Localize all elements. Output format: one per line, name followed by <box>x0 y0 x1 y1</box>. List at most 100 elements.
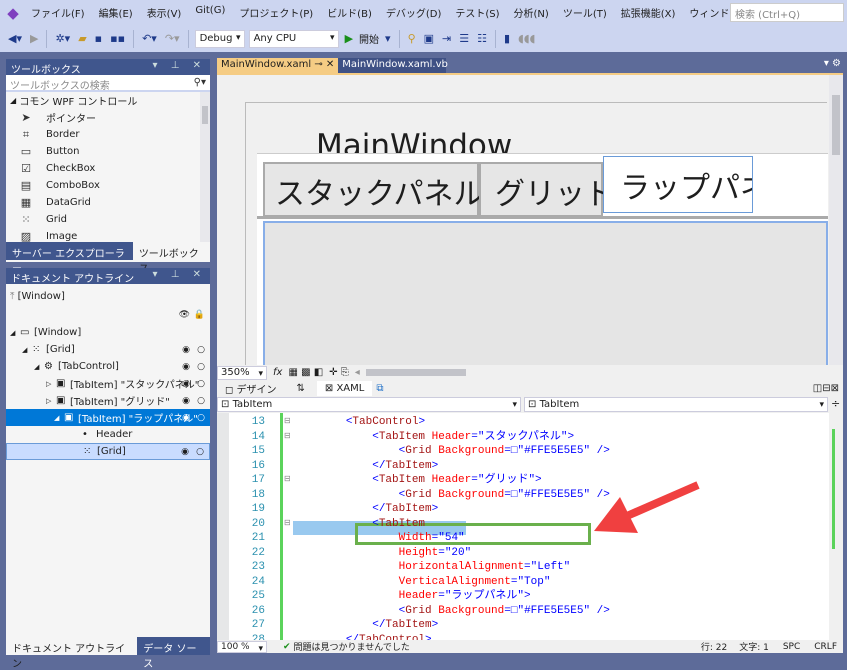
grid-toggle-icon[interactable]: ▦ ▩ ◧ <box>288 367 323 378</box>
tab-data-sources[interactable]: データ ソース <box>137 637 210 670</box>
design-vertical-scrollbar[interactable] <box>829 75 843 367</box>
toolbox-item[interactable]: ▨ Image <box>6 228 210 242</box>
code-line[interactable]: 13 ⊟ <TabControl> <box>217 415 827 430</box>
design-zoom-dropdown[interactable]: 350% <box>217 365 267 380</box>
pin-icon[interactable]: ⊸ <box>314 59 322 70</box>
toolbox-group[interactable]: ◢ コモン WPF コントロール <box>6 92 210 109</box>
fold-icon[interactable]: ⊟ <box>284 473 291 488</box>
toolbox-item[interactable]: ▦ DataGrid <box>6 194 210 211</box>
menu-item[interactable]: ツール(T) <box>558 5 616 20</box>
tab-control[interactable]: スタックパネル グリッド ラップパネ <box>257 153 828 371</box>
tab-toolbox[interactable]: ツールボックス <box>132 242 210 275</box>
lock-toggle-icon[interactable]: ○ <box>197 362 205 372</box>
expander-icon[interactable]: ◢ <box>54 414 64 422</box>
lock-toggle-icon[interactable]: ○ <box>197 345 205 355</box>
code-line[interactable]: 17 ⊟ <TabItem Header="グリッド"> <box>217 473 827 488</box>
start-button[interactable]: 開始 <box>359 31 379 46</box>
code-line[interactable]: 19 </TabItem> <box>217 502 827 517</box>
lock-toggle-icon[interactable]: ○ <box>197 379 205 389</box>
expander-icon[interactable]: ◢ <box>34 363 44 371</box>
code-line[interactable]: 27 </TabItem> <box>217 618 827 633</box>
code-line[interactable]: 18 <Grid Background=□"#FFE5E5E5" /> <box>217 488 827 503</box>
outline-row[interactable]: ◢ ⁙ [Grid] ◉ ○ <box>6 341 210 358</box>
config-dropdown[interactable]: Debug <box>194 29 245 48</box>
code-editor[interactable]: 13 ⊟ <TabControl> 14 ⊟ <TabItem Header="スタッ… <box>217 413 843 640</box>
bookmark-prev-icon[interactable]: ◖◖◖ <box>516 32 537 45</box>
fold-icon[interactable]: ⊟ <box>284 415 291 430</box>
lock-icon[interactable]: 🔒 <box>194 310 205 320</box>
lock-toggle-icon[interactable]: ○ <box>197 413 205 423</box>
code-vertical-scrollbar[interactable] <box>829 413 843 640</box>
toolbox-scrollbar[interactable] <box>200 92 210 242</box>
open-icon[interactable]: ▰ <box>76 32 88 45</box>
tab-options-icon[interactable]: ▾ ⚙ <box>824 58 847 73</box>
toolbox-item[interactable]: ⌗ Border <box>6 126 210 143</box>
code-line[interactable]: 14 ⊟ <TabItem Header="スタックパネル"> <box>217 430 827 445</box>
find-icon[interactable]: ⚲ <box>406 32 418 45</box>
popout-icon[interactable]: ⧉ <box>372 383 387 394</box>
expander-icon[interactable]: ▷ <box>46 380 56 388</box>
fx-icon[interactable]: fx <box>273 367 282 378</box>
code-line[interactable]: 21 Width="54" <box>217 531 827 546</box>
menu-item[interactable]: 分析(N) <box>509 5 558 20</box>
expander-icon[interactable]: ▷ <box>46 397 56 405</box>
fold-icon[interactable]: ⊟ <box>284 430 291 445</box>
outline-row[interactable]: ▷ ▣ [TabItem] "グリッド" ◉ ○ <box>6 392 210 409</box>
panel-controls-icon[interactable]: ▾ ⊥ ✕ <box>153 60 206 71</box>
toolbox-item[interactable]: ▭ Button <box>6 143 210 160</box>
eye-icon[interactable]: ◉ <box>181 447 189 457</box>
browser-icon[interactable]: ▣ <box>422 32 436 45</box>
tab-header-grid[interactable]: グリッド <box>479 162 615 217</box>
code-line[interactable]: 25 Header="ラップパネル"> <box>217 589 827 604</box>
outline-row[interactable]: ◢ ▭ [Window] <box>6 324 210 341</box>
toolbox-item[interactable]: ⁙ Grid <box>6 211 210 228</box>
code-line[interactable]: 28 </TabControl> <box>217 633 827 641</box>
play-icon[interactable]: ▶ <box>343 32 355 45</box>
eye-icon[interactable]: ◉ <box>182 362 190 372</box>
outline-row[interactable]: ⁙ [Grid] ◉ ○ <box>6 443 210 460</box>
snap-icon[interactable]: ✛ ⎘ <box>329 367 349 378</box>
issues-status[interactable]: 問題は見つかりませんでした <box>294 640 410 653</box>
lock-toggle-icon[interactable]: ○ <box>196 447 204 457</box>
eye-icon[interactable]: ◉ <box>182 345 190 355</box>
eye-icon[interactable]: ◉ <box>182 379 190 389</box>
fold-icon[interactable]: ⊟ <box>284 517 291 532</box>
tab-content-grid[interactable] <box>263 221 828 371</box>
code-line[interactable]: 16 </TabItem> <box>217 459 827 474</box>
toolbox-item[interactable]: ☑ CheckBox <box>6 160 210 177</box>
menu-item[interactable]: 表示(V) <box>142 5 191 20</box>
expander-icon[interactable]: ◢ <box>10 329 20 337</box>
eye-icon[interactable]: ◉ <box>182 413 190 423</box>
code-line[interactable]: 15 <Grid Background=□"#FFE5E5E5" /> <box>217 444 827 459</box>
undo-icon[interactable]: ↶▾ <box>140 32 159 45</box>
comment-icon[interactable]: ☰ <box>457 32 471 45</box>
menu-item[interactable]: ビルド(B) <box>322 5 381 20</box>
code-line[interactable]: 24 VerticalAlignment="Top" <box>217 575 827 590</box>
code-line[interactable]: 26 <Grid Background=□"#FFE5E5E5" /> <box>217 604 827 619</box>
code-line[interactable]: 20 ⊟ <TabItem <box>217 517 827 532</box>
whitespace-indicator[interactable]: SPC <box>783 642 800 652</box>
nav-left-dropdown[interactable]: ⊡ TabItem <box>217 397 521 412</box>
search-icon[interactable]: ⚲▾ <box>194 77 206 88</box>
tab-mainwindow-xaml-vb[interactable]: MainWindow.xaml.vb <box>338 58 448 73</box>
line-ending-indicator[interactable]: CRLF <box>814 642 837 652</box>
tab-header-wrap-selected[interactable]: ラップパネ <box>603 156 753 213</box>
tab-design[interactable]: ◻ デザイン <box>217 381 284 396</box>
redo-icon[interactable]: ↷▾ <box>163 32 182 45</box>
close-icon[interactable]: ✕ <box>326 59 334 70</box>
outline-row[interactable]: ▷ ▣ [TabItem] "スタックパネル" ◉ ○ <box>6 375 210 392</box>
platform-dropdown[interactable]: Any CPU <box>248 29 339 48</box>
panel-controls-icon[interactable]: ▾ ⊥ ✕ <box>153 269 206 280</box>
eye-icon[interactable]: ◉ <box>182 396 190 406</box>
search-input[interactable]: 検索 (Ctrl+Q) <box>730 3 844 22</box>
tab-xaml[interactable]: ⊠ XAML <box>316 381 373 396</box>
eye-icon[interactable]: 👁 <box>179 310 190 320</box>
menu-item[interactable]: ファイル(F) <box>26 5 94 20</box>
save-all-icon[interactable]: ▪▪ <box>108 32 127 45</box>
design-horizontal-scrollbar[interactable] <box>365 369 466 376</box>
swap-panes-icon[interactable]: ⇅ <box>284 383 316 394</box>
menu-item[interactable]: テスト(S) <box>450 5 508 20</box>
lock-toggle-icon[interactable]: ○ <box>197 396 205 406</box>
tab-header-stack[interactable]: スタックパネル <box>263 162 484 217</box>
expander-icon[interactable]: ◢ <box>22 346 32 354</box>
